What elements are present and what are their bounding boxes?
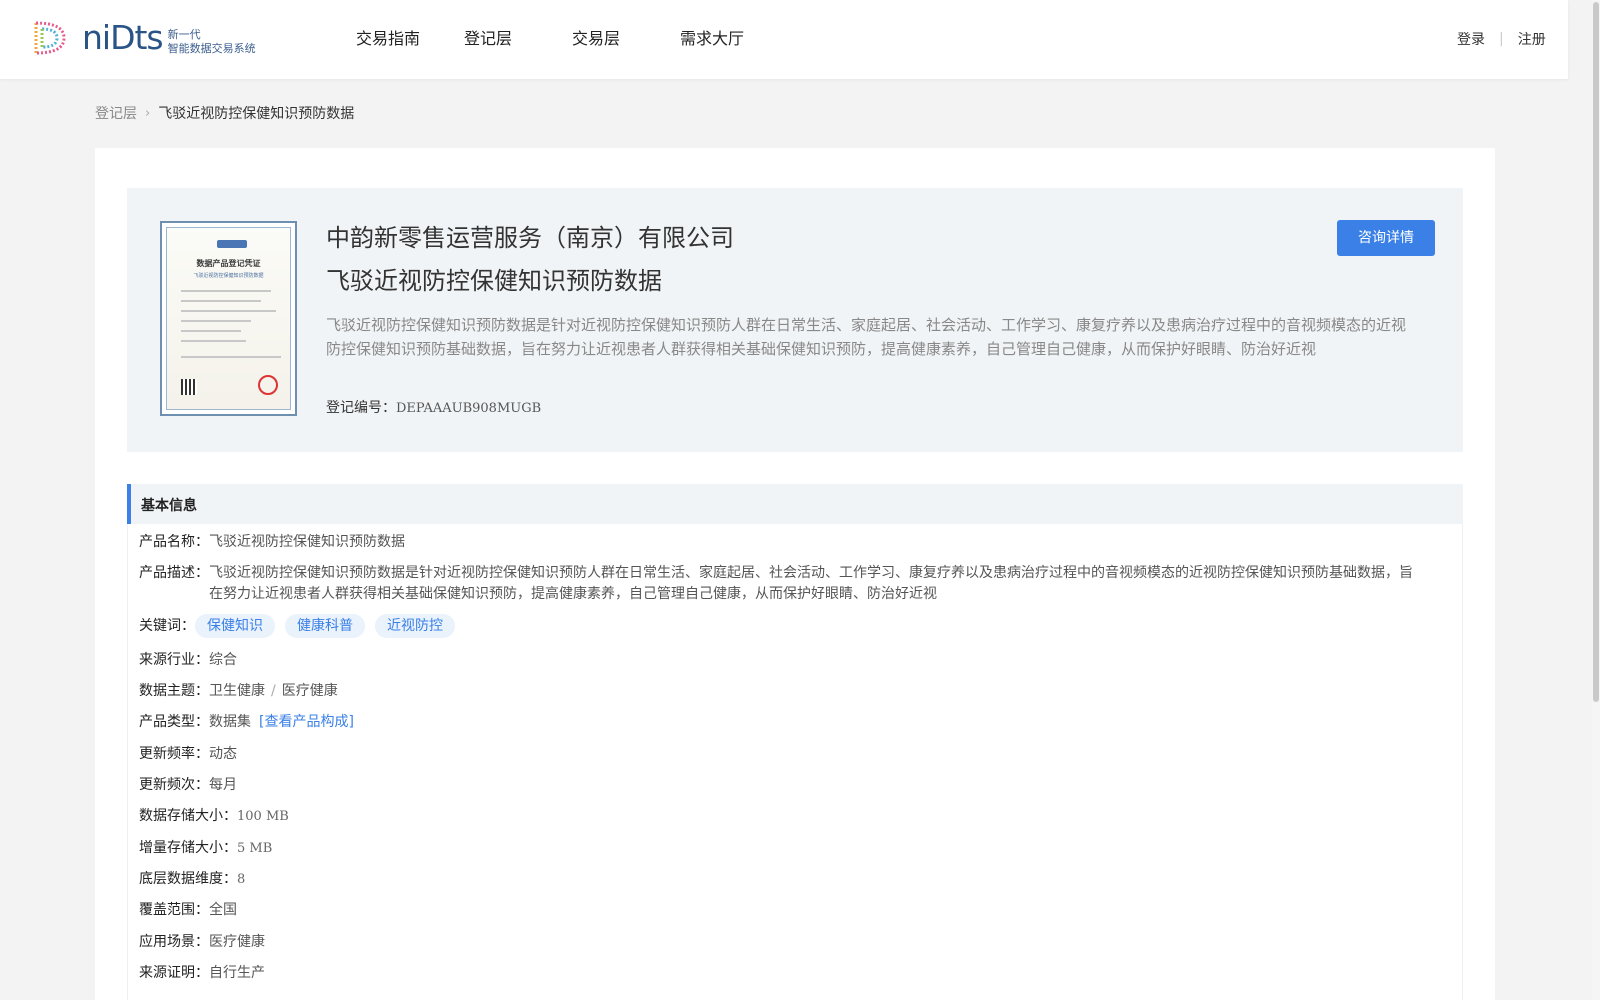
logo-mark-icon xyxy=(34,21,66,55)
certificate-subtitle: 飞驳近视防控保健知识预防数据 xyxy=(193,273,264,279)
info-row-incremental-size: 增量存储大小： 5 MB xyxy=(139,840,273,856)
logo-wordmark: niDts xyxy=(82,18,164,57)
product-summary-description: 飞驳近视防控保健知识预防数据是针对近视防控保健知识预防人群在日常生活、家庭起居、… xyxy=(326,316,1407,358)
keyword-tag[interactable]: 近视防控 xyxy=(375,614,455,638)
certificate-logo-icon xyxy=(217,240,247,248)
info-row-data-dimension: 底层数据维度： 8 xyxy=(139,871,246,887)
auth-divider: | xyxy=(1499,31,1504,47)
registration-number: 登记编号：DEPAAAUB908MUGB xyxy=(326,397,541,417)
info-row-coverage: 覆盖范围： 全国 xyxy=(139,902,237,918)
product-title: 飞驳近视防控保健知识预防数据 xyxy=(326,267,662,295)
keyword-tag[interactable]: 健康科普 xyxy=(285,614,365,638)
logo-tagline: 新一代 智能数据交易系统 xyxy=(167,28,256,55)
registration-number-label: 登记编号： xyxy=(326,400,396,416)
info-row-source-proof: 来源证明： 自行生产 xyxy=(139,965,265,981)
product-detail-card: 数据产品登记凭证 飞驳近视防控保健知识预防数据 中韵新零售运营服务（南京）有限公… xyxy=(95,148,1495,1000)
site-logo[interactable]: niDts 新一代 智能数据交易系统 xyxy=(30,18,256,58)
official-seal-icon xyxy=(258,375,278,395)
info-row-topic: 数据主题： 卫生健康 / 医疗健康 xyxy=(139,683,338,699)
breadcrumb: 登记层 › 飞驳近视防控保健知识预防数据 xyxy=(95,103,354,123)
certificate-title: 数据产品登记凭证 xyxy=(196,259,261,268)
info-row-product-description: 产品描述： 飞驳近视防控保健知识预防数据是针对近视防控保健知识预防人群在日常生活… xyxy=(139,565,1413,602)
nav-item-trading[interactable]: 交易层 xyxy=(572,28,680,50)
breadcrumb-current: 飞驳近视防控保健知识预防数据 xyxy=(158,106,355,122)
info-row-industry: 来源行业： 综合 xyxy=(139,652,237,668)
info-row-application-scenario: 应用场景： 医疗健康 xyxy=(139,934,265,950)
info-row-update-frequency: 更新频率： 动态 xyxy=(139,746,237,762)
qr-code-icon xyxy=(181,379,197,395)
nav-item-demand-hall[interactable]: 需求大厅 xyxy=(680,28,788,50)
certificate-image[interactable]: 数据产品登记凭证 飞驳近视防控保健知识预防数据 xyxy=(160,221,297,416)
consult-details-button[interactable]: 咨询详情 xyxy=(1337,220,1435,256)
info-row-keywords: 关键词： 保健知识 健康科普 近视防控 xyxy=(139,614,465,638)
info-row-storage-size: 数据存储大小： 100 MB xyxy=(139,808,289,824)
company-name: 中韵新零售运营服务（南京）有限公司 xyxy=(326,224,734,252)
login-link[interactable]: 登录 xyxy=(1457,29,1485,49)
keyword-tag[interactable]: 保健知识 xyxy=(195,614,275,638)
nav-item-guide[interactable]: 交易指南 xyxy=(356,28,464,50)
register-link[interactable]: 注册 xyxy=(1518,29,1546,49)
section-header-basic-info: 基本信息 xyxy=(127,484,1463,524)
info-row-update-times: 更新频次： 每月 xyxy=(139,777,237,793)
registration-number-value: DEPAAAUB908MUGB xyxy=(396,401,542,416)
page-scrollbar-thumb[interactable] xyxy=(1593,2,1599,702)
product-summary-panel: 数据产品登记凭证 飞驳近视防控保健知识预防数据 中韵新零售运营服务（南京）有限公… xyxy=(127,188,1463,452)
top-header: niDts 新一代 智能数据交易系统 交易指南 登记层 交易层 需求大厅 登录 … xyxy=(0,0,1568,79)
auth-links: 登录 | 注册 xyxy=(1457,29,1546,49)
section-title: 基本信息 xyxy=(141,498,197,514)
info-row-product-type: 产品类型： 数据集 [查看产品构成] xyxy=(139,712,354,733)
main-nav: 交易指南 登记层 交易层 需求大厅 xyxy=(356,28,788,50)
breadcrumb-parent-link[interactable]: 登记层 xyxy=(95,103,137,123)
info-row-product-name: 产品名称： 飞驳近视防控保健知识预防数据 xyxy=(139,534,405,550)
view-product-composition-link[interactable]: [查看产品构成] xyxy=(259,712,354,733)
basic-info-list: 产品名称： 飞驳近视防控保健知识预防数据 产品描述： 飞驳近视防控保健知识预防数… xyxy=(127,524,1463,1000)
nav-item-registration[interactable]: 登记层 xyxy=(464,28,572,50)
chevron-right-icon: › xyxy=(145,105,151,121)
